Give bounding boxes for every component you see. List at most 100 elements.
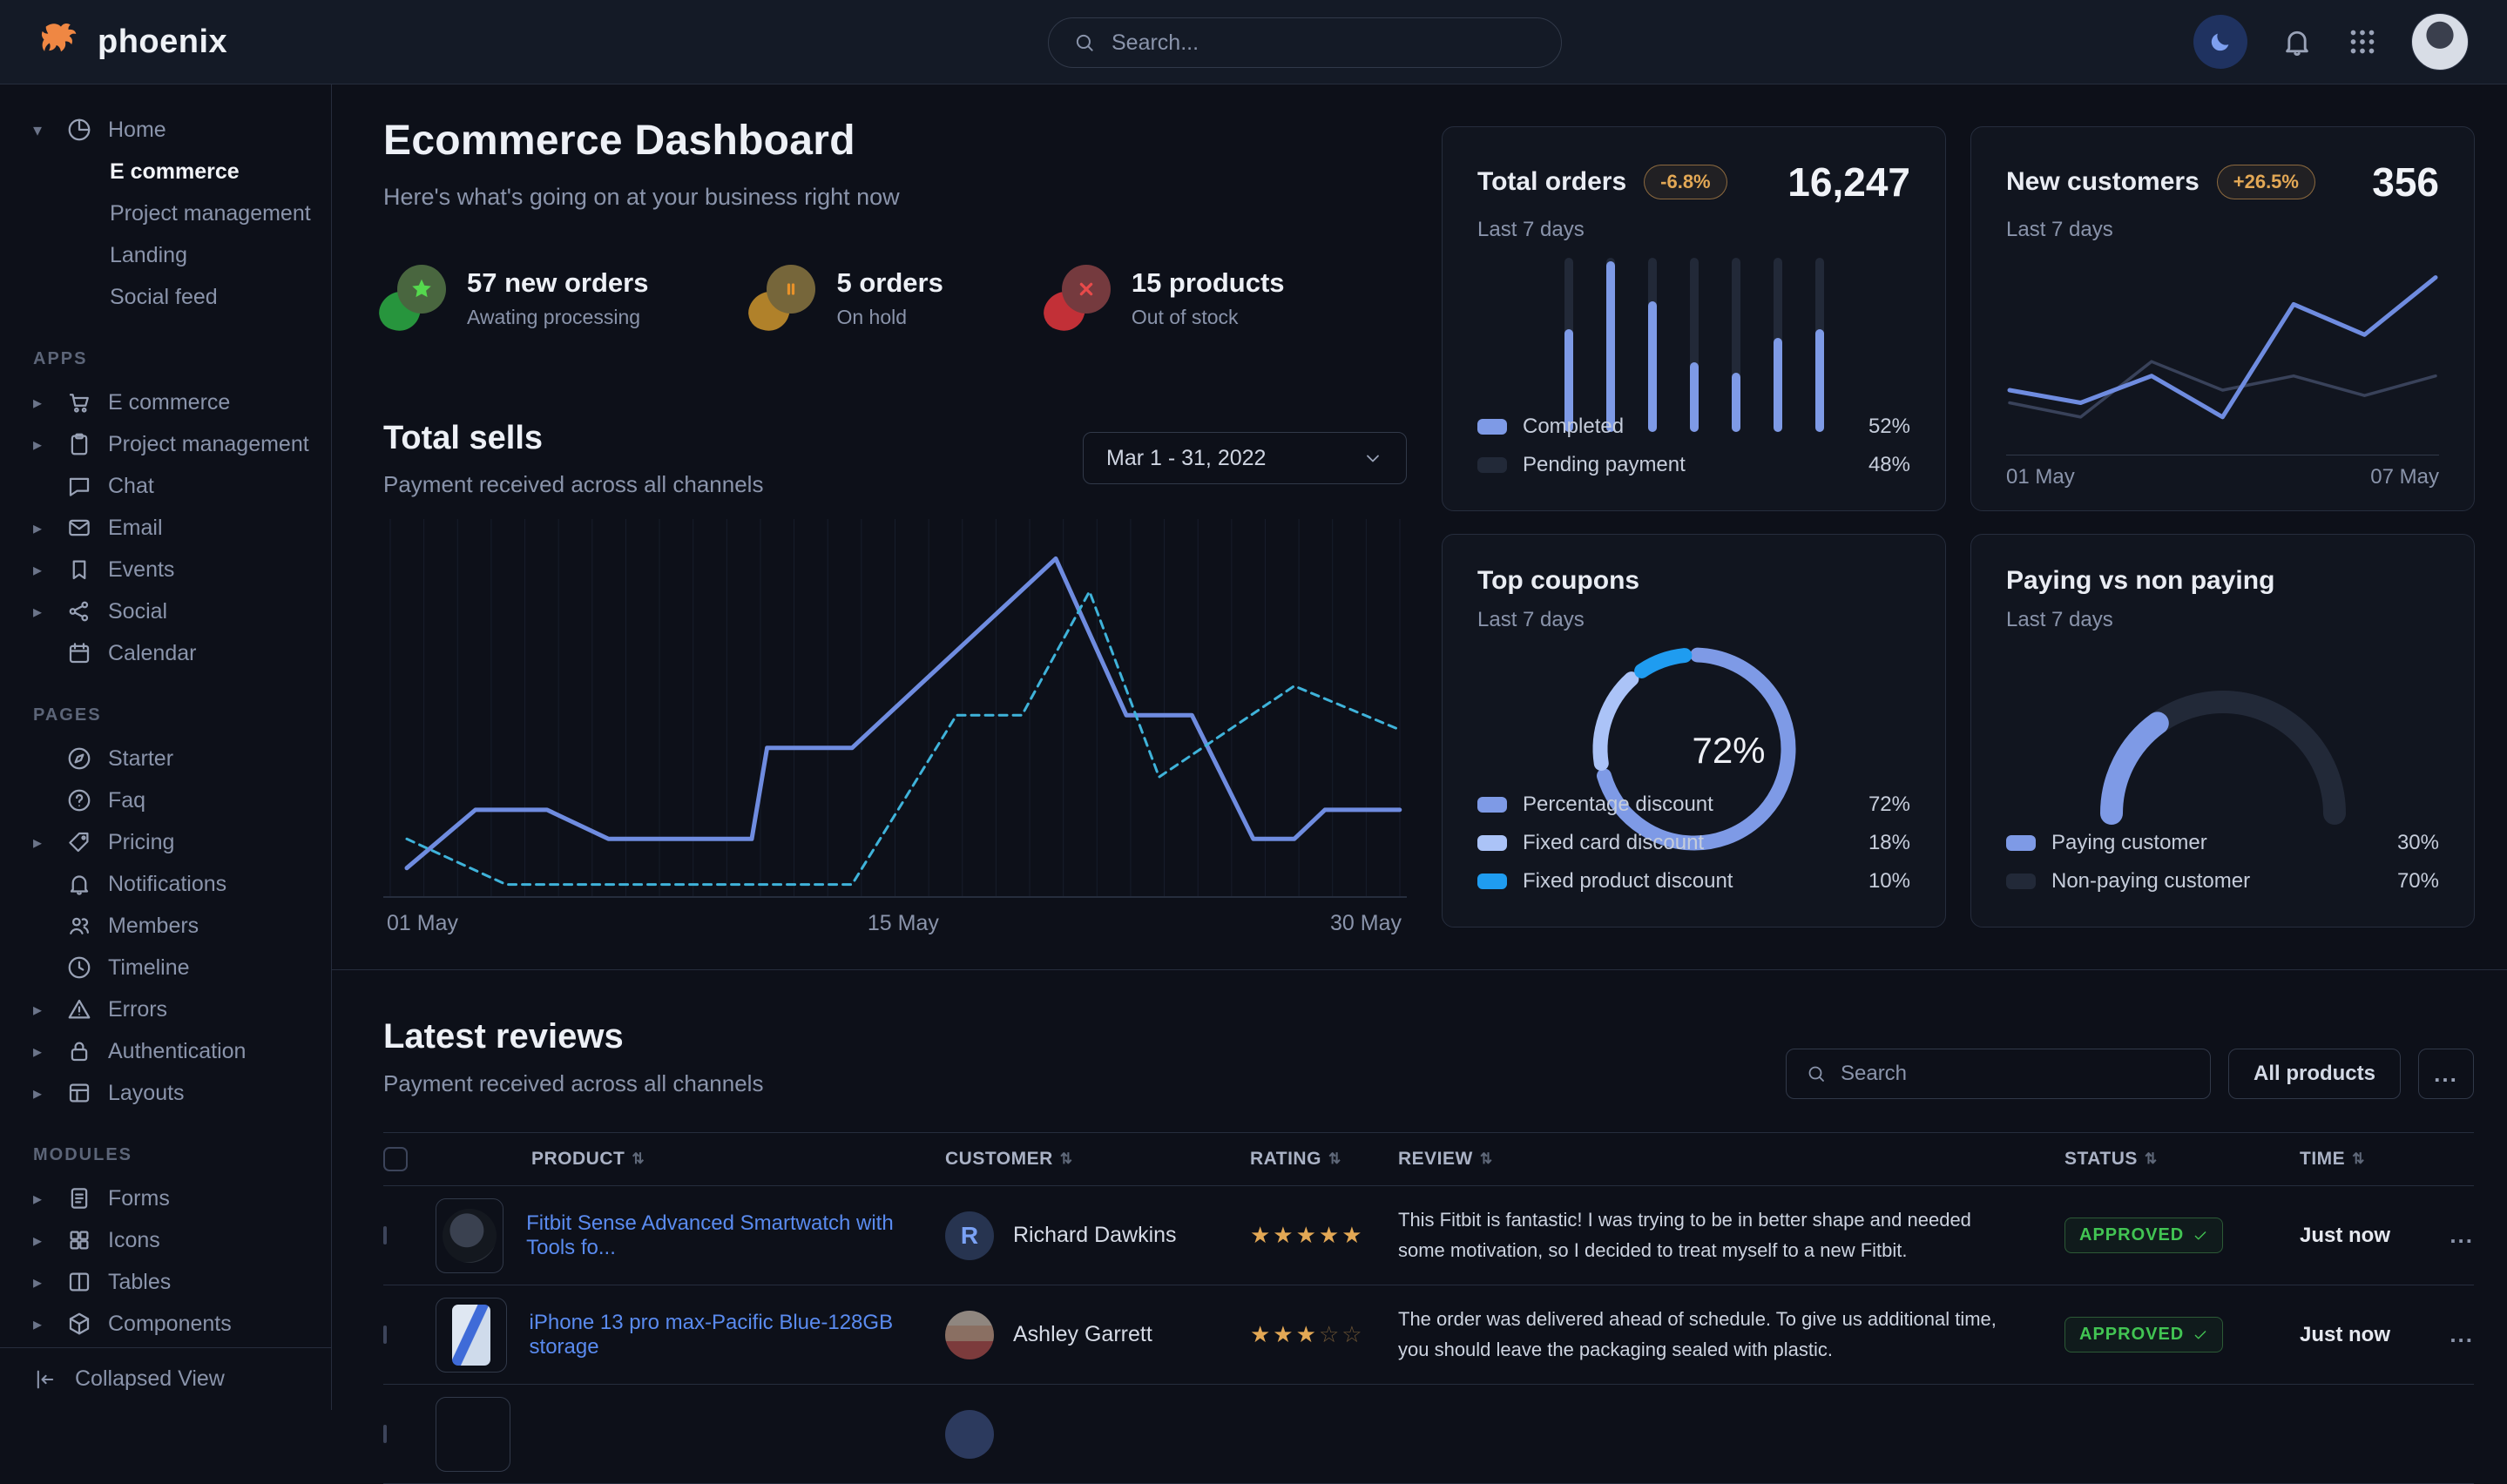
pie-chart-icon	[64, 117, 94, 143]
card-title: Top coupons	[1477, 566, 1639, 596]
sidebar-item-project-management[interactable]: Project management	[0, 192, 331, 234]
x-tick-label: 30 May	[1330, 911, 1402, 936]
column-header-customer[interactable]: CUSTOMER⇅	[945, 1149, 1250, 1170]
caret-right-icon: ▸	[33, 1041, 51, 1062]
sidebar-item-label: Chat	[108, 474, 154, 499]
sidebar-item-members[interactable]: Members	[0, 905, 331, 947]
reviews-more-button[interactable]: ...	[2418, 1049, 2474, 1099]
row-checkbox[interactable]	[383, 1425, 387, 1443]
all-products-button[interactable]: All products	[2228, 1049, 2401, 1099]
reviews-search[interactable]	[1786, 1049, 2211, 1099]
column-header-time[interactable]: TIME⇅	[2300, 1149, 2422, 1170]
card-period: Last 7 days	[2006, 608, 2439, 632]
sidebar-item-errors[interactable]: ▸Errors	[0, 988, 331, 1030]
table-row: iPhone 13 pro max-Pacific Blue-128GB sto…	[383, 1285, 2474, 1385]
column-header-review[interactable]: REVIEW⇅	[1398, 1149, 2064, 1170]
star-blob-icon	[383, 265, 446, 331]
product-link[interactable]: Fitbit Sense Advanced Smartwatch with To…	[526, 1211, 945, 1260]
order-bar	[1690, 258, 1699, 432]
column-header-status[interactable]: STATUS⇅	[2064, 1149, 2300, 1170]
sidebar-item-layouts[interactable]: ▸Layouts	[0, 1072, 331, 1114]
status-cell: APPROVED	[2064, 1218, 2300, 1253]
legend-row: Percentage discount72%	[1477, 786, 1910, 824]
sidebar-group-home[interactable]: ▾Home	[0, 109, 331, 151]
sidebar-item-tables[interactable]: ▸ Tables	[0, 1261, 331, 1303]
customer-name: Ashley Garrett	[1013, 1322, 1152, 1347]
caret-right-icon: ▸	[33, 1230, 51, 1251]
sidebar-item-label: Tables	[108, 1270, 171, 1295]
caret-right-icon: ▸	[33, 832, 51, 853]
sidebar-item-authentication[interactable]: ▸Authentication	[0, 1030, 331, 1072]
sort-icon: ⇅	[1328, 1150, 1341, 1168]
brand-name: phoenix	[98, 24, 227, 61]
sidebar-item-calendar[interactable]: Calendar	[0, 632, 331, 674]
new-customers-line-chart	[2006, 258, 2439, 451]
sidebar-item-email[interactable]: ▸Email	[0, 507, 331, 549]
navbar-search-input[interactable]	[1112, 30, 1537, 56]
product-thumbnail[interactable]	[436, 1298, 507, 1373]
table-row	[383, 1385, 2474, 1484]
product-thumbnail[interactable]	[436, 1198, 503, 1273]
trend-badge: -6.8%	[1644, 165, 1727, 199]
page-title: Ecommerce Dashboard	[383, 117, 1407, 165]
sidebar-item-social-feed[interactable]: Social feed	[0, 276, 331, 318]
legend-swatch	[2006, 874, 2036, 889]
sidebar-item-project-management[interactable]: ▸Project management	[0, 423, 331, 465]
sidebar-item-components[interactable]: ▸Components	[0, 1303, 331, 1345]
collapsed-view-label: Collapsed View	[75, 1366, 225, 1392]
sidebar-item-timeline[interactable]: Timeline	[0, 947, 331, 988]
new-customers-card: New customers +26.5% 356 Last 7 days 01 …	[1970, 126, 2475, 511]
card-title: New customers	[2006, 167, 2200, 197]
sidebar-item-chat[interactable]: Chat	[0, 465, 331, 507]
row-checkbox[interactable]	[383, 1325, 387, 1344]
row-actions-button[interactable]: ...	[2422, 1321, 2474, 1348]
reviews-search-input[interactable]	[1841, 1062, 2191, 1086]
legend-row: Non-paying customer70%	[2006, 862, 2439, 901]
column-label: CUSTOMER	[945, 1149, 1053, 1170]
apps-grid-icon[interactable]	[2347, 26, 2378, 57]
user-avatar[interactable]	[2411, 13, 2469, 71]
product-link[interactable]: iPhone 13 pro max-Pacific Blue-128GB sto…	[530, 1311, 945, 1359]
sidebar-item-icons[interactable]: ▸Icons	[0, 1219, 331, 1261]
row-checkbox-cell	[383, 1427, 436, 1442]
navbar-search[interactable]	[1048, 17, 1562, 68]
sidebar-item-faq[interactable]: Faq	[0, 779, 331, 821]
date-range-select[interactable]: Mar 1 - 31, 2022	[1083, 432, 1407, 484]
row-actions-button[interactable]: ...	[2422, 1222, 2474, 1249]
search-icon	[1806, 1063, 1827, 1084]
collapsed-view-toggle[interactable]: Collapsed View	[0, 1347, 331, 1410]
sort-icon: ⇅	[2145, 1150, 2158, 1168]
sidebar-section-label: APPS	[0, 349, 331, 369]
caret-right-icon: ▸	[33, 1272, 51, 1293]
customer-cell	[945, 1410, 1250, 1459]
dark-mode-toggle[interactable]	[2193, 15, 2247, 69]
sidebar-item-e-commerce[interactable]: ▸E commerce	[0, 381, 331, 423]
total-sells-section: Total sells Payment received across all …	[383, 420, 1407, 498]
sidebar-item-label: Email	[108, 516, 163, 541]
notifications-bell-icon[interactable]	[2281, 25, 2314, 58]
users-icon	[64, 913, 94, 939]
sidebar-item-notifications[interactable]: Notifications	[0, 863, 331, 905]
table-header-row: PRODUCT⇅CUSTOMER⇅RATING⇅REVIEW⇅STATUS⇅TI…	[383, 1132, 2474, 1186]
card-period: Last 7 days	[1477, 218, 1910, 242]
sidebar: ▾HomeE commerceProject managementLanding…	[0, 84, 332, 1410]
sidebar-item-landing[interactable]: Landing	[0, 234, 331, 276]
paying-card: Paying vs non paying Last 7 days Paying …	[1970, 534, 2475, 928]
legend-label: Completed	[1523, 415, 1624, 439]
sidebar-item-social[interactable]: ▸Social	[0, 590, 331, 632]
warning-icon	[64, 996, 94, 1022]
order-bar	[1815, 258, 1824, 432]
sidebar-item-pricing[interactable]: ▸Pricing	[0, 821, 331, 863]
column-header-product[interactable]: PRODUCT⇅	[436, 1149, 945, 1170]
customer-avatar	[945, 1311, 994, 1359]
sidebar-item-forms[interactable]: ▸Forms	[0, 1177, 331, 1219]
sidebar-item-events[interactable]: ▸Events	[0, 549, 331, 590]
brand[interactable]: phoenix	[38, 19, 227, 64]
sidebar-item-e-commerce[interactable]: E commerce	[0, 151, 331, 192]
mail-icon	[64, 515, 94, 541]
row-checkbox[interactable]	[383, 1226, 387, 1245]
column-header-rating[interactable]: RATING⇅	[1250, 1149, 1398, 1170]
trend-badge: +26.5%	[2217, 165, 2315, 199]
select-all-checkbox[interactable]	[383, 1147, 408, 1171]
sidebar-item-starter[interactable]: Starter	[0, 738, 331, 779]
